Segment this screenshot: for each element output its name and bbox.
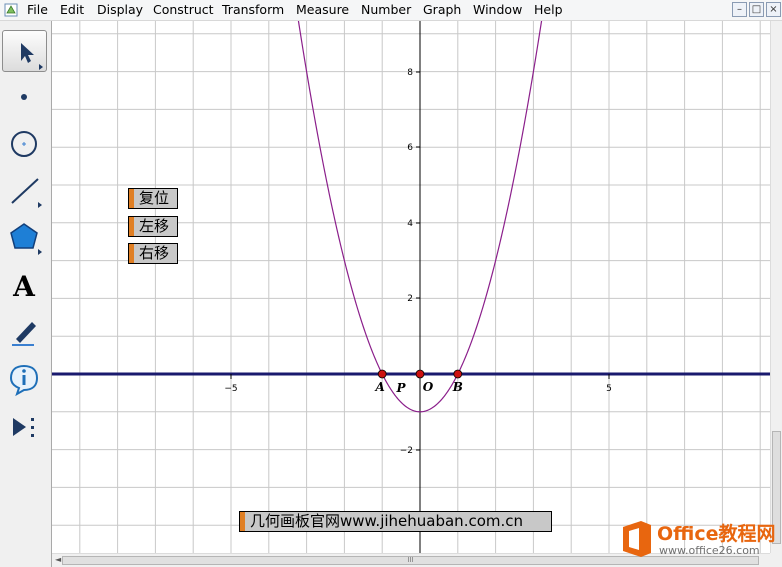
circle-icon [11,131,37,157]
point-o[interactable] [415,369,425,379]
y-tick-label: 6 [407,143,413,153]
marker-tool[interactable] [2,311,47,353]
move-right-button-label: 右移 [139,244,170,262]
reset-button-label: 复位 [139,189,170,207]
pen-icon [12,322,36,346]
button-handle [240,512,245,531]
menu-help[interactable]: Help [534,2,563,18]
move-left-button[interactable]: 左移 [128,216,178,237]
grid-lines [52,21,770,553]
polygon-tool[interactable] [2,216,47,258]
compass-tool[interactable] [2,123,47,165]
office-watermark: Office教程网 www.office26.com [617,515,782,565]
sketchpad-window: File Edit Display Construct Transform Me… [0,0,782,567]
menu-construct[interactable]: Construct [153,2,214,18]
menu-edit[interactable]: Edit [60,2,84,18]
button-handle [129,244,134,263]
button-handle [129,217,134,236]
menu-bar: File Edit Display Construct Transform Me… [0,0,782,21]
restore-button[interactable]: □ [749,2,764,17]
move-right-button[interactable]: 右移 [128,243,178,264]
point-a[interactable] [377,369,387,379]
menu-graph[interactable]: Graph [423,2,461,18]
point-label-b: B [452,380,463,394]
point-label-o: O [423,380,434,394]
arrow-icon [21,43,43,70]
text-tool-glyph: A [12,270,36,303]
sketch-canvas[interactable]: 8 6 4 2 −2 −5 5 A O B P 复位 左移 右移 几何画板官网www… [52,21,770,553]
arrow-select-tool[interactable] [2,30,47,72]
pentagon-icon [10,223,42,255]
point-label-p: P [395,381,406,395]
straightedge-tool[interactable] [2,169,47,211]
button-handle [129,189,134,208]
menu-file[interactable]: File [27,2,48,18]
menu-transform[interactable]: Transform [222,2,284,18]
app-icon [4,3,18,17]
minimize-button[interactable]: – [732,2,747,17]
text-A-icon: A [12,270,36,303]
x-tick-label: −5 [224,384,237,394]
menu-number[interactable]: Number [361,2,411,18]
reset-button[interactable]: 复位 [128,188,178,209]
custom-tool[interactable] [2,406,47,448]
x-tick-label: 5 [606,384,612,394]
play-dots-icon [13,418,34,437]
scroll-left-arrow-icon[interactable]: ◄ [55,555,61,565]
point-icon [21,94,27,100]
move-left-button-label: 左移 [139,217,170,235]
website-link-label: 几何画板官网www.jihehuaban.com.cn [250,512,524,530]
menu-window[interactable]: Window [473,2,522,18]
vertical-scrollbar[interactable] [770,21,782,553]
y-tick-label: −2 [400,446,413,456]
line-icon [11,178,42,208]
info-icon [9,364,39,397]
point-b[interactable] [453,369,463,379]
watermark-url: www.office26.com [659,544,760,557]
y-tick-label: 8 [407,68,413,78]
website-link-button[interactable]: 几何画板官网www.jihehuaban.com.cn [239,511,552,532]
scroll-thumb-grip: III [407,556,414,564]
y-tick-label: 2 [407,294,413,304]
menu-display[interactable]: Display [97,2,143,18]
toolbox: A [0,21,52,567]
point-label-a: A [375,380,385,394]
information-tool[interactable] [2,358,47,400]
menu-measure[interactable]: Measure [296,2,349,18]
y-tick-label: 4 [407,219,413,229]
close-button[interactable]: × [766,2,781,17]
graph-area[interactable]: 8 6 4 2 −2 −5 5 A O B P [52,21,770,553]
watermark-brand: Office教程网 [657,523,776,545]
text-tool[interactable]: A [2,264,47,306]
y-axis-ticks: 8 6 4 2 −2 [400,68,420,456]
office-logo-icon [623,521,651,557]
point-tool[interactable] [2,76,47,118]
